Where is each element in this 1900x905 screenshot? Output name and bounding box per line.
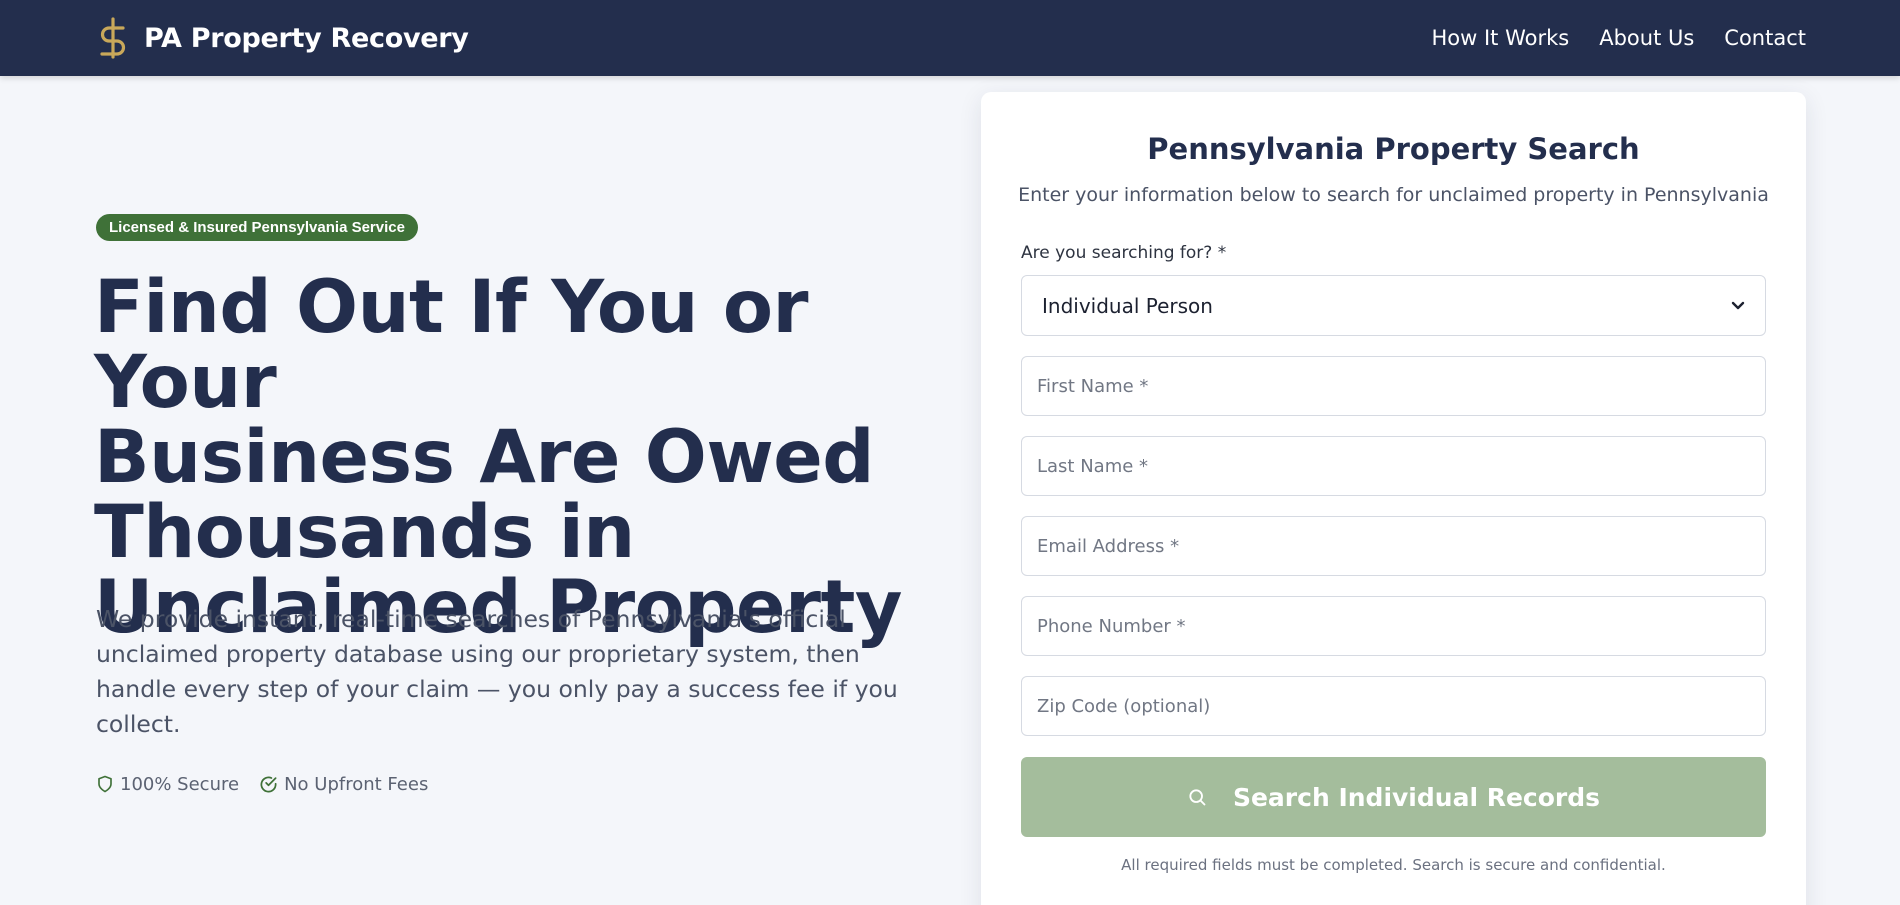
hero-title-line: Find Out If You or Your [94,265,809,425]
main-nav: How It Works About Us Contact [1432,20,1807,56]
search-type-label: Are you searching for? * [1021,243,1227,263]
chevron-down-icon [1731,301,1745,309]
last-name-field[interactable] [1021,436,1766,496]
trust-indicators: 100% Secure No Upfront Fees [96,772,428,796]
shield-icon [98,775,112,793]
trust-no-fees: No Upfront Fees [259,774,428,795]
dollar-sign-icon [96,16,130,60]
trust-secure-label: 100% Secure [120,773,240,795]
nav-about-us[interactable]: About Us [1599,26,1694,50]
check-circle-icon [260,776,277,792]
form-subtitle: Enter your information below to search f… [1018,184,1769,206]
search-submit-label: Search Individual Records [1232,782,1601,812]
brand-logo[interactable]: PA Property Recovery [96,16,469,60]
trust-secure: 100% Secure [96,774,239,795]
trust-no-fees-label: No Upfront Fees [284,773,429,795]
email-field[interactable] [1021,516,1766,576]
license-badge: Licensed & Insured Pennsylvania Service [96,214,418,241]
zip-code-field[interactable] [1021,676,1766,736]
search-submit-button[interactable]: Search Individual Records [1021,757,1766,837]
search-type-value: Individual Person [1042,293,1213,318]
hero-title-line: Business Are Owed [94,415,875,500]
search-type-select[interactable]: Individual Person [1021,275,1766,336]
hero-title: Find Out If You or Your Business Are Owe… [94,270,954,645]
nav-how-it-works[interactable]: How It Works [1432,26,1570,50]
phone-field[interactable] [1021,596,1766,656]
search-icon [1189,789,1206,806]
nav-contact[interactable]: Contact [1724,26,1806,50]
search-form-card: Pennsylvania Property Search Enter your … [981,92,1806,905]
site-header: PA Property Recovery How It Works About … [0,0,1900,76]
form-footnote: All required fields must be completed. S… [1121,856,1666,874]
first-name-field[interactable] [1021,356,1766,416]
form-title: Pennsylvania Property Search [1147,132,1640,166]
hero-title-line: Thousands in [94,490,635,575]
brand-name: PA Property Recovery [144,22,469,54]
hero-subtitle: We provide instant, real-time searches o… [96,605,898,738]
